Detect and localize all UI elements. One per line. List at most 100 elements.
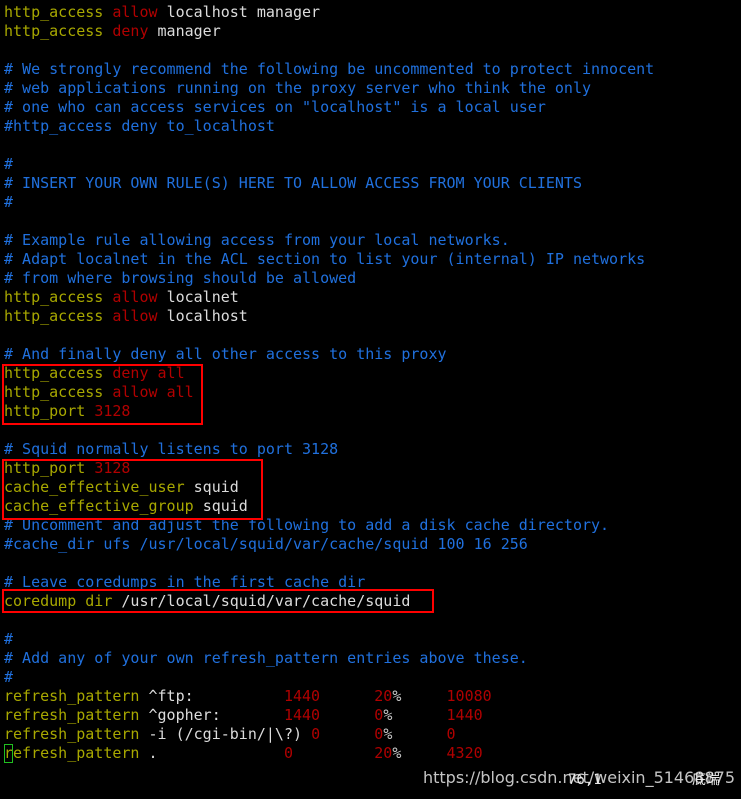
- comment-token: #: [4, 630, 14, 648]
- editor-line[interactable]: coredump dir /usr/local/squid/var/cache/…: [0, 592, 741, 611]
- column-pad: [392, 725, 446, 743]
- editor-line[interactable]: http_port 3128: [0, 402, 741, 421]
- column-pad: [392, 706, 446, 724]
- column-pad: [320, 725, 374, 743]
- directive-token: http_port: [4, 459, 86, 477]
- comment-token: # And finally deny all other access to t…: [4, 345, 447, 363]
- buffer-location-indicator: 底端: [692, 772, 720, 788]
- editor-line[interactable]: # Uncomment and adjust the following to …: [0, 516, 741, 535]
- editor-line[interactable]: # We strongly recommend the following be…: [0, 60, 741, 79]
- editor-line[interactable]: # Add any of your own refresh_pattern en…: [0, 649, 741, 668]
- editor-line[interactable]: refresh_pattern ^gopher: 1440 0% 1440: [0, 706, 741, 725]
- editor-line[interactable]: # Example rule allowing access from your…: [0, 231, 741, 250]
- editor-line[interactable]: # web applications running on the proxy …: [0, 79, 741, 98]
- editor-line[interactable]: [0, 554, 741, 573]
- value-token: all: [166, 383, 194, 401]
- value-token: squid: [193, 478, 239, 496]
- editor-line[interactable]: # Adapt localnet in the ACL section to l…: [0, 250, 741, 269]
- comment-token: #: [4, 668, 14, 686]
- comment-token: #: [4, 193, 14, 211]
- editor-line[interactable]: http_access deny all: [0, 364, 741, 383]
- editor-line[interactable]: #: [0, 155, 741, 174]
- directive-token: refresh_pattern: [4, 687, 140, 705]
- editor-line[interactable]: http_access allow localnet: [0, 288, 741, 307]
- editor-line[interactable]: http_port 3128: [0, 459, 741, 478]
- column-pad: [320, 687, 374, 705]
- column-pad: [401, 687, 446, 705]
- editor-line[interactable]: [0, 41, 741, 60]
- value-token: squid: [202, 497, 248, 515]
- max-token: 10080: [446, 687, 492, 705]
- editor-line[interactable]: # Leave coredumps in the first cache dir: [0, 573, 741, 592]
- editor-line[interactable]: # Squid normally listens to port 3128: [0, 440, 741, 459]
- action-token: allow: [112, 383, 158, 401]
- editor-line[interactable]: #: [0, 193, 741, 212]
- editor-line[interactable]: # And finally deny all other access to t…: [0, 345, 741, 364]
- comment-token: # We strongly recommend the following be…: [4, 60, 655, 78]
- action-token: deny: [112, 364, 149, 382]
- vim-cursor[interactable]: r: [4, 744, 14, 763]
- directive-token: http_access: [4, 364, 104, 382]
- editor-line[interactable]: [0, 136, 741, 155]
- editor-line[interactable]: #http_access deny to_localhost: [0, 117, 741, 136]
- editor-line[interactable]: http_access deny manager: [0, 22, 741, 41]
- column-pad: [293, 744, 374, 762]
- editor-line[interactable]: # INSERT YOUR OWN RULE(S) HERE TO ALLOW …: [0, 174, 741, 193]
- editor-line[interactable]: #: [0, 630, 741, 649]
- comment-token: # Leave coredumps in the first cache dir: [4, 573, 366, 591]
- pattern-token: -i (/cgi-bin/|\?): [148, 725, 303, 743]
- comment-token: #cache_dir ufs /usr/local/squid/var/cach…: [4, 535, 528, 553]
- editor-line[interactable]: # from where browsing should be allowed: [0, 269, 741, 288]
- comment-token: # Squid normally listens to port 3128: [4, 440, 339, 458]
- column-pad: [158, 744, 284, 762]
- editor-line[interactable]: [0, 326, 741, 345]
- comment-token: # Add any of your own refresh_pattern en…: [4, 649, 528, 667]
- percent-sign: %: [383, 725, 393, 743]
- editor-line[interactable]: #: [0, 668, 741, 687]
- comment-token: # from where browsing should be allowed: [4, 269, 357, 287]
- column-pad: [320, 706, 374, 724]
- pct-token: 20: [374, 687, 393, 705]
- comment-token: # one who can access services on "localh…: [4, 98, 546, 116]
- action-token: 3128: [94, 459, 131, 477]
- comment-token: # web applications running on the proxy …: [4, 79, 591, 97]
- editor-line[interactable]: refresh_pattern ^ftp: 1440 20% 10080: [0, 687, 741, 706]
- editor-line[interactable]: http_access allow all: [0, 383, 741, 402]
- max-token: 4320: [446, 744, 483, 762]
- editor-line[interactable]: cache_effective_group squid: [0, 497, 741, 516]
- directive-token: efresh_pattern: [13, 744, 140, 762]
- editor-line[interactable]: [0, 212, 741, 231]
- column-pad: [302, 725, 311, 743]
- pct-token: 0: [374, 725, 384, 743]
- vim-editor-buffer[interactable]: http_access allow localhost manager http_…: [0, 0, 741, 763]
- directive-token: http_access: [4, 383, 104, 401]
- action-token: allow: [112, 307, 158, 325]
- editor-line[interactable]: # one who can access services on "localh…: [0, 98, 741, 117]
- directive-token: http_access: [4, 22, 104, 40]
- editor-line[interactable]: #cache_dir ufs /usr/local/squid/var/cach…: [0, 535, 741, 554]
- editor-line[interactable]: cache_effective_user squid: [0, 478, 741, 497]
- editor-line[interactable]: http_access allow localhost: [0, 307, 741, 326]
- comment-token: #: [4, 155, 14, 173]
- editor-line[interactable]: [0, 611, 741, 630]
- editor-line[interactable]: [0, 421, 741, 440]
- action-token: deny: [112, 22, 149, 40]
- editor-line[interactable]: http_access allow localhost manager: [0, 3, 741, 22]
- editor-line[interactable]: refresh_pattern . 0 20% 4320: [0, 744, 741, 763]
- comment-token: # Example rule allowing access from your…: [4, 231, 510, 249]
- cursor-position-indicator: 76,1: [568, 772, 602, 788]
- editor-line[interactable]: refresh_pattern -i (/cgi-bin/|\?) 0 0% 0: [0, 725, 741, 744]
